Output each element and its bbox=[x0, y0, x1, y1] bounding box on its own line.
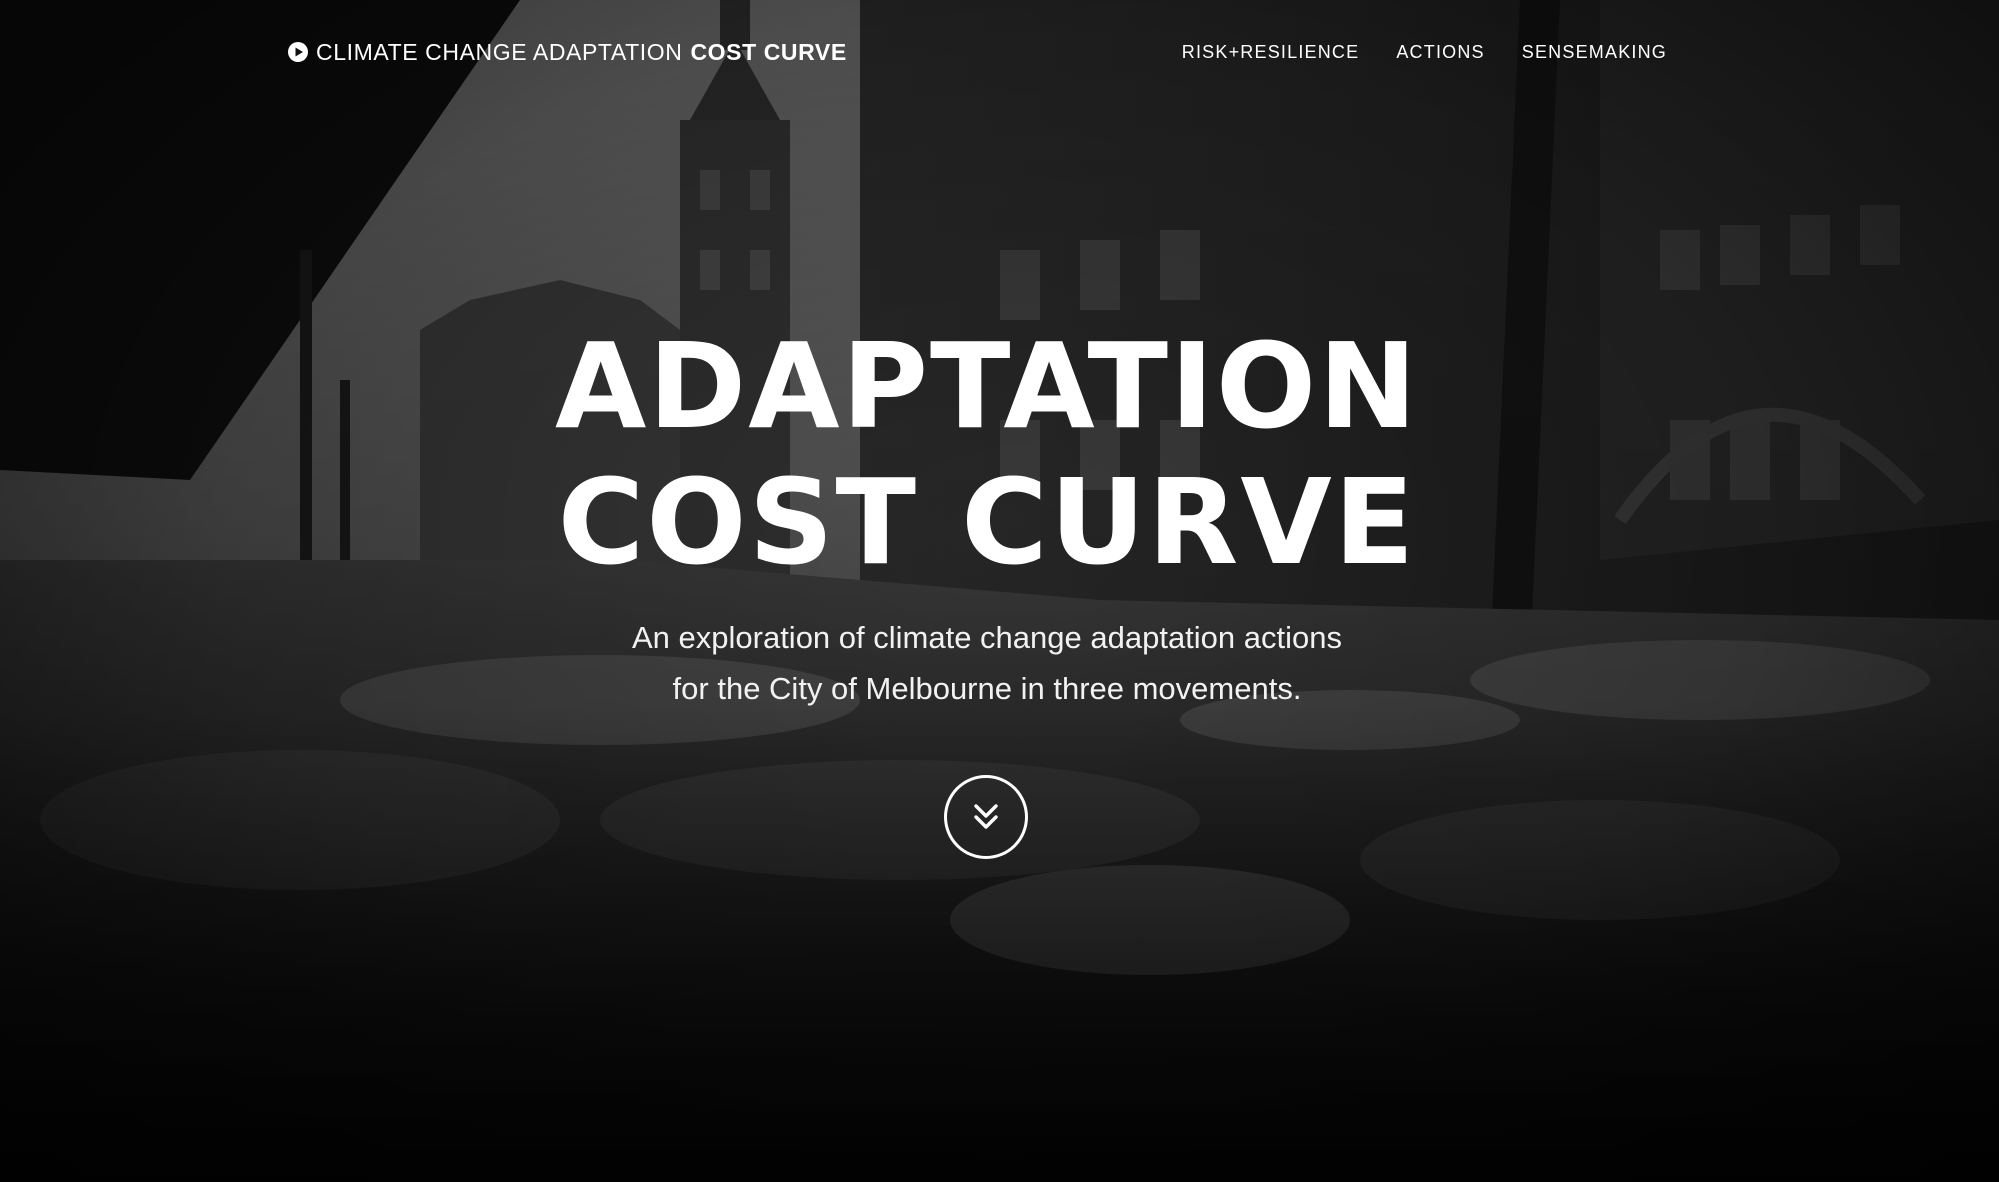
hero-subtitle-line-2: for the City of Melbourne in three movem… bbox=[672, 671, 1302, 706]
brand-home-link[interactable]: CLIMATE CHANGE ADAPTATION COST CURVE bbox=[288, 36, 847, 68]
play-circle-icon bbox=[288, 42, 308, 62]
nav-links: RISK+RESILIENCE ACTIONS SENSEMAKING bbox=[1145, 36, 1667, 68]
hero-subtitle: An exploration of climate change adaptat… bbox=[0, 612, 1974, 714]
nav-link-actions[interactable]: ACTIONS bbox=[1396, 42, 1484, 63]
hero-title-line-1: ADAPTATION bbox=[554, 317, 1420, 455]
nav-link-sensemaking[interactable]: SENSEMAKING bbox=[1522, 42, 1667, 63]
background-overlay bbox=[0, 0, 1999, 1182]
scroll-down-button[interactable] bbox=[944, 775, 1028, 859]
hero-section: CLIMATE CHANGE ADAPTATION COST CURVE RIS… bbox=[0, 0, 1999, 1182]
hero-subtitle-line-1: An exploration of climate change adaptat… bbox=[631, 620, 1343, 655]
brand-title-bold: COST CURVE bbox=[690, 38, 847, 65]
hero-title: ADAPTATION COST CURVE bbox=[0, 318, 1974, 590]
hero-title-line-2: COST CURVE bbox=[557, 453, 1417, 591]
nav-link-risk-resilience[interactable]: RISK+RESILIENCE bbox=[1182, 42, 1360, 63]
top-navigation: CLIMATE CHANGE ADAPTATION COST CURVE RIS… bbox=[0, 0, 1999, 104]
double-chevron-down-icon bbox=[974, 804, 998, 829]
brand-title-light: CLIMATE CHANGE ADAPTATION bbox=[316, 38, 683, 65]
